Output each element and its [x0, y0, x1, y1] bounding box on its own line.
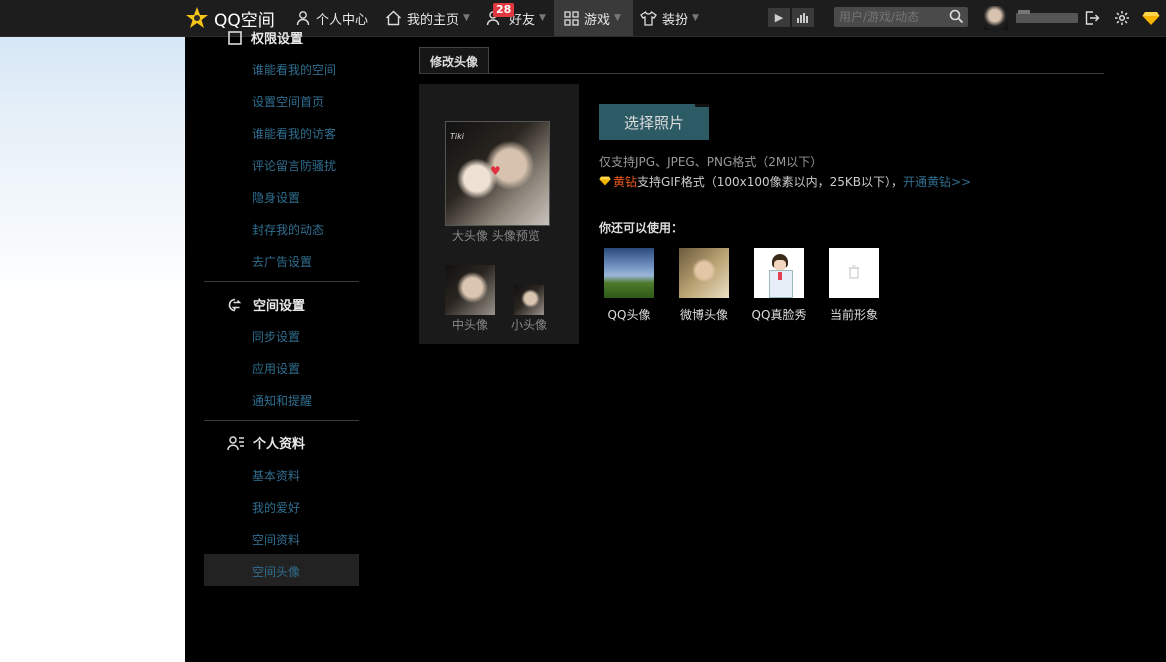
choose-photo-button[interactable]: 选择照片: [599, 104, 709, 140]
sidebar-item-remove-ads[interactable]: 去广告设置: [252, 253, 312, 270]
option-weibo-avatar[interactable]: [679, 248, 729, 298]
section-profile-title[interactable]: 个人资料: [227, 433, 305, 452]
sidebar-item-hobbies[interactable]: 我的爱好: [252, 499, 300, 516]
profile-card-icon: [227, 435, 245, 451]
nav-my-homepage[interactable]: 我的主页 ▼: [385, 0, 470, 36]
sidebar-divider: [204, 281, 359, 282]
chevron-down-icon: ▼: [614, 13, 621, 23]
section-space-title[interactable]: 空间设置: [227, 295, 305, 314]
redacted-username-mark: [1018, 10, 1030, 14]
medium-avatar-caption: 中头像: [452, 318, 489, 332]
home-icon: [385, 10, 402, 26]
top-navigation-bar: QQ空间 个人中心 我的主页 ▼ 好友 ▼ 28 游戏 ▼ 装扮 ▼ ▶ 用户/…: [0, 0, 1166, 37]
grid-icon: [564, 10, 579, 26]
nav-label: 个人中心: [316, 12, 369, 28]
user-avatar[interactable]: [984, 6, 1008, 30]
section-title-label: 空间设置: [253, 299, 306, 314]
option-label-qq: QQ头像: [607, 308, 651, 322]
sidebar-item-space-info[interactable]: 空间资料: [252, 531, 300, 548]
gif-hint: 黄钻 支持GIF格式（100x100像素以内，25KB以下）， 开通黄钻>>: [599, 173, 971, 190]
medium-avatar-preview: [445, 265, 495, 315]
lock-icon: [227, 30, 243, 45]
open-yellow-diamond-link[interactable]: 开通黄钻>>: [903, 173, 971, 190]
equalizer-icon[interactable]: [792, 8, 814, 27]
option-label-qq-show: QQ真脸秀: [751, 308, 807, 322]
play-icon[interactable]: ▶: [768, 8, 790, 27]
chevron-down-icon: ▼: [539, 13, 546, 23]
yellow-diamond-small-icon: [599, 175, 611, 189]
sidebar-item-who-can-see-space[interactable]: 谁能看我的空间: [252, 61, 336, 78]
chevron-down-icon: ▼: [463, 13, 470, 23]
option-qq-avatar[interactable]: [604, 248, 654, 298]
heart-icon: ♥: [490, 164, 501, 178]
option-current-image[interactable]: [829, 248, 879, 298]
avatar-tag-text: Tiki: [450, 132, 464, 141]
yellow-diamond-label: 黄钻: [613, 175, 638, 189]
gear-icon[interactable]: [1113, 9, 1131, 27]
sidebar-item-basic-info[interactable]: 基本资料: [252, 467, 300, 484]
nav-label: 装扮: [662, 12, 689, 28]
small-avatar-preview: [514, 285, 544, 315]
sidebar-item-space-homepage[interactable]: 设置空间首页: [252, 93, 324, 110]
also-use-title: 你还可以使用：: [599, 221, 684, 235]
trash-icon: [848, 264, 860, 282]
sidebar-item-who-can-see-visitors[interactable]: 谁能看我的访客: [252, 125, 336, 142]
nav-games[interactable]: 游戏 ▼: [554, 0, 633, 36]
qq-show-figure-tie: [778, 272, 782, 280]
tshirt-icon: [640, 10, 657, 26]
section-privacy-title[interactable]: 权限设置: [227, 28, 303, 47]
option-qq-show[interactable]: [754, 248, 804, 298]
large-avatar-preview: Tiki ♥: [445, 121, 550, 226]
sidebar-item-anti-harassment[interactable]: 评论留言防骚扰: [252, 157, 336, 174]
option-label-weibo: 微博头像: [679, 308, 728, 322]
logout-icon[interactable]: [1083, 9, 1101, 27]
nav-label: 我的主页: [407, 12, 460, 28]
sidebar-item-archive-feed[interactable]: 封存我的动态: [252, 221, 324, 238]
sidebar-item-apps[interactable]: 应用设置: [252, 360, 300, 377]
star-logo-icon: [185, 6, 209, 30]
user-icon: [295, 10, 311, 26]
sidebar-divider: [204, 420, 359, 421]
media-buttons: ▶: [768, 8, 816, 27]
qq-show-figure-face: [774, 260, 786, 270]
search-input[interactable]: [834, 10, 949, 24]
small-avatar-caption: 小头像: [511, 318, 548, 332]
sidebar-item-notifications[interactable]: 通知和提醒: [252, 392, 312, 409]
option-label-current: 当前形象: [829, 308, 878, 322]
section-title-label: 个人资料: [253, 437, 306, 452]
tab-change-avatar[interactable]: 修改头像: [419, 47, 490, 74]
yellow-diamond-icon[interactable]: [1142, 9, 1160, 27]
section-title-label: 权限设置: [251, 32, 304, 47]
tab-underline: [419, 73, 1104, 74]
format-hint: 仅支持JPG、JPEG、PNG格式（2M以下）: [599, 155, 823, 169]
sidebar-item-sync[interactable]: 同步设置: [252, 328, 300, 345]
search-icon[interactable]: [949, 9, 964, 27]
large-avatar-caption: 大头像 头像预览: [452, 229, 540, 243]
page-background-left: [0, 0, 185, 662]
nav-personal-center[interactable]: 个人中心: [295, 0, 368, 36]
search-box: [834, 7, 968, 27]
logo-text: QQ空间: [214, 10, 275, 31]
chevron-down-icon: ▼: [692, 13, 699, 23]
redacted-username: [1016, 13, 1078, 23]
nav-decorate[interactable]: 装扮 ▼: [640, 0, 699, 36]
gif-hint-text: 支持GIF格式（100x100像素以内，25KB以下），: [637, 175, 904, 189]
sidebar-item-space-avatar[interactable]: 空间头像: [252, 563, 300, 580]
friends-count-badge: 28: [493, 3, 515, 17]
sidebar-item-invisible[interactable]: 隐身设置: [252, 189, 300, 206]
nav-label: 游戏: [584, 12, 611, 28]
space-settings-icon: [227, 297, 245, 313]
